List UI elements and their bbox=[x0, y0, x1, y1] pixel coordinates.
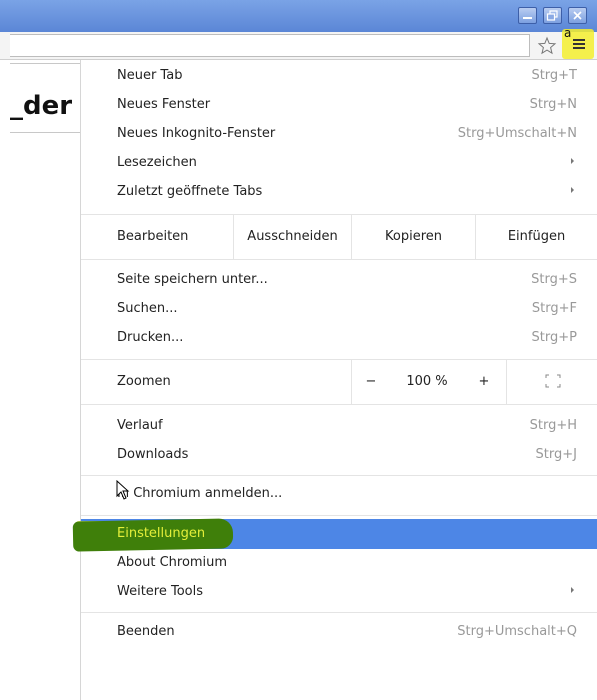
divider bbox=[10, 63, 80, 64]
menu-separator bbox=[81, 475, 597, 476]
window-titlebar bbox=[0, 0, 597, 32]
shortcut-text: Strg+Umschalt+Q bbox=[457, 624, 577, 639]
zoom-row: Zoomen − 100 % + bbox=[81, 359, 597, 404]
menu-item-more-tools[interactable]: Weitere Tools bbox=[81, 578, 597, 607]
copy-button[interactable]: Kopieren bbox=[352, 214, 475, 259]
menu-item-new-tab[interactable]: Neuer Tab Strg+T bbox=[81, 62, 597, 91]
fullscreen-button[interactable] bbox=[507, 359, 597, 404]
zoom-out-button[interactable]: − bbox=[356, 359, 386, 404]
paste-button[interactable]: Einfügen bbox=[476, 214, 597, 259]
menu-separator bbox=[81, 259, 597, 260]
address-bar[interactable] bbox=[10, 34, 530, 57]
menu-item-new-incognito-window[interactable]: Neues Inkognito-Fenster Strg+Umschalt+N bbox=[81, 120, 597, 149]
menu-item-label: Lesezeichen bbox=[117, 155, 197, 170]
zoom-in-button[interactable]: + bbox=[469, 359, 499, 404]
menu-item-new-window[interactable]: Neues Fenster Strg+N bbox=[81, 91, 597, 120]
page-content: _der bbox=[0, 60, 80, 700]
zoom-level: 100 % bbox=[406, 374, 448, 389]
shortcut-text: Strg+T bbox=[531, 68, 577, 83]
menu-item-label: Einstellungen bbox=[117, 526, 206, 541]
shortcut-text: Strg+N bbox=[529, 97, 577, 112]
hamburger-menu-icon[interactable] bbox=[566, 32, 592, 56]
shortcut-text: Strg+H bbox=[529, 418, 577, 433]
menu-item-label: Zuletzt geöffnete Tabs bbox=[117, 184, 263, 199]
menu-item-print[interactable]: Drucken... Strg+P bbox=[81, 324, 597, 353]
menu-item-settings[interactable]: Einstellungen bbox=[81, 520, 597, 549]
menu-item-label: Weitere Tools bbox=[117, 584, 204, 599]
submenu-arrow-icon bbox=[571, 158, 574, 164]
menu-item-label: Drucken... bbox=[117, 330, 184, 345]
menu-item-recent-tabs[interactable]: Zuletzt geöffnete Tabs bbox=[81, 178, 597, 207]
menu-item-find[interactable]: Suchen... Strg+F bbox=[81, 295, 597, 324]
menu-item-bookmarks[interactable]: Lesezeichen bbox=[81, 149, 597, 178]
edit-label: Bearbeiten bbox=[117, 229, 189, 244]
restore-icon bbox=[546, 10, 558, 21]
close-button[interactable] bbox=[568, 7, 587, 24]
menu-item-label: Suchen... bbox=[117, 301, 178, 316]
menu-item-label: In Chromium anmelden... bbox=[117, 486, 283, 501]
shortcut-text: Strg+P bbox=[531, 330, 577, 345]
chromium-app-menu: Neuer Tab Strg+T Neues Fenster Strg+N Ne… bbox=[72, 60, 597, 700]
divider bbox=[351, 359, 352, 404]
minimize-icon bbox=[523, 17, 532, 19]
fullscreen-icon bbox=[545, 374, 561, 388]
shortcut-text: Strg+F bbox=[531, 301, 577, 316]
menu-item-label: Seite speichern unter... bbox=[117, 272, 268, 287]
shortcut-text: Strg+J bbox=[535, 447, 577, 462]
menu-item-about-chromium[interactable]: About Chromium bbox=[81, 549, 597, 578]
cut-button[interactable]: Ausschneiden bbox=[234, 214, 351, 259]
submenu-arrow-icon bbox=[571, 187, 574, 193]
menu-item-label: Downloads bbox=[117, 447, 189, 462]
menu-item-save-page-as[interactable]: Seite speichern unter... Strg+S bbox=[81, 266, 597, 295]
browser-toolbar bbox=[0, 32, 597, 60]
menu-item-label: Verlauf bbox=[117, 418, 163, 433]
menu-item-history[interactable]: Verlauf Strg+H bbox=[81, 412, 597, 441]
menu-item-label: Neuer Tab bbox=[117, 68, 183, 83]
menu-item-sign-in[interactable]: In Chromium anmelden... bbox=[81, 480, 597, 509]
mouse-pointer-icon bbox=[116, 480, 130, 500]
menu-item-label: Neues Inkognito-Fenster bbox=[117, 126, 276, 141]
page-heading-fragment: _der bbox=[10, 91, 73, 121]
menu-separator bbox=[81, 404, 597, 405]
menu-item-label: About Chromium bbox=[117, 555, 228, 570]
menu-separator bbox=[81, 515, 597, 516]
menu-item-label: Beenden bbox=[117, 624, 175, 639]
minimize-button[interactable] bbox=[518, 7, 537, 24]
menu-separator bbox=[81, 612, 597, 613]
menu-item-label: Neues Fenster bbox=[117, 97, 211, 112]
menu-item-downloads[interactable]: Downloads Strg+J bbox=[81, 441, 597, 470]
restore-button[interactable] bbox=[543, 7, 562, 24]
divider bbox=[10, 132, 80, 133]
star-icon[interactable] bbox=[537, 36, 557, 56]
submenu-arrow-icon bbox=[571, 587, 574, 593]
close-icon bbox=[573, 11, 582, 20]
edit-row: Bearbeiten Ausschneiden Kopieren Einfüge… bbox=[81, 214, 597, 259]
zoom-label: Zoomen bbox=[117, 374, 171, 389]
shortcut-text: Strg+Umschalt+N bbox=[457, 126, 577, 141]
menu-item-quit[interactable]: Beenden Strg+Umschalt+Q bbox=[81, 618, 597, 647]
shortcut-text: Strg+S bbox=[531, 272, 577, 287]
